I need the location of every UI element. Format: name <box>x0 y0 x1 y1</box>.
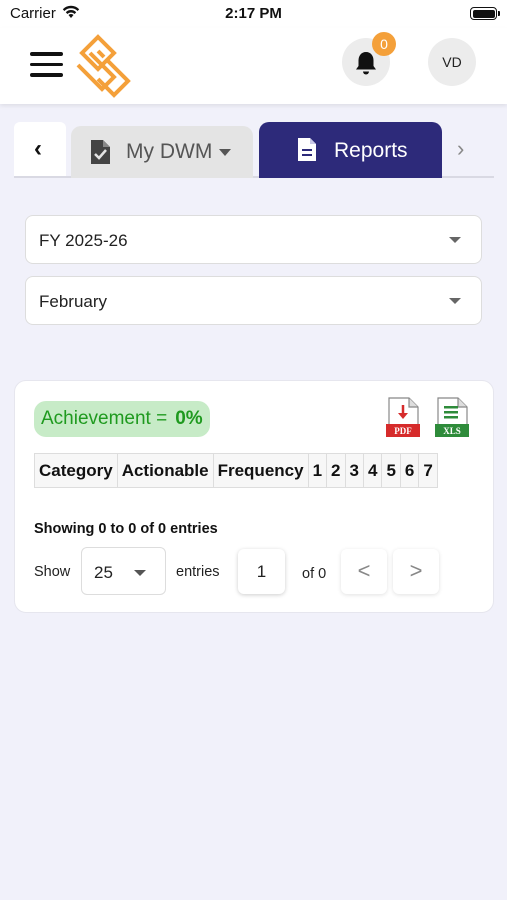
page-total-label: of 0 <box>302 566 327 582</box>
column-header[interactable]: 4 <box>362 453 383 488</box>
column-header[interactable]: 2 <box>326 453 346 488</box>
pdf-label: PDF <box>394 426 412 436</box>
next-page-button[interactable]: > <box>393 549 439 594</box>
notification-badge: 0 <box>372 32 396 56</box>
xls-label: XLS <box>443 426 461 436</box>
chevron-left-icon: ‹ <box>34 135 42 162</box>
chevron-down-icon <box>449 237 461 243</box>
pdf-download-icon[interactable]: PDF <box>385 397 421 439</box>
tab-scroll-left-button[interactable]: ‹ <box>14 122 66 176</box>
show-label: Show <box>34 564 71 580</box>
xls-download-icon[interactable]: XLS <box>433 397 471 439</box>
tab-my-dwm[interactable]: My DWM <box>71 126 253 178</box>
tab-reports-label: Reports <box>334 139 408 162</box>
fiscal-year-value: FY 2025-26 <box>39 231 128 250</box>
app-header: 0 VD <box>0 28 507 104</box>
menu-icon[interactable] <box>30 52 64 78</box>
chevron-down-icon <box>449 298 461 304</box>
tab-bar: ‹ My DWM Reports › <box>14 122 494 178</box>
report-card: Achievement = 0% PDF XLS Category Actiona… <box>14 380 494 613</box>
previous-page-button[interactable]: < <box>341 549 387 594</box>
entries-label: entries <box>176 564 220 580</box>
month-value: February <box>39 292 108 311</box>
column-header[interactable]: Actionable <box>116 453 214 488</box>
chevron-right-icon[interactable]: › <box>457 136 464 162</box>
user-avatar[interactable]: VD <box>428 38 476 86</box>
column-header[interactable]: Category <box>34 453 118 488</box>
achievement-label: Achievement = <box>41 408 168 429</box>
entries-summary: Showing 0 to 0 of 0 entries <box>34 521 218 537</box>
column-header[interactable]: 5 <box>381 453 401 488</box>
column-header[interactable]: 1 <box>307 453 328 488</box>
column-header[interactable]: 6 <box>399 453 420 488</box>
document-check-icon <box>91 140 110 164</box>
column-header[interactable]: Frequency <box>212 453 309 488</box>
chevron-down-icon <box>134 570 146 576</box>
tab-my-dwm-label: My DWM <box>126 140 213 163</box>
month-select[interactable]: February <box>25 276 482 325</box>
page-size-value: 25 <box>94 563 113 582</box>
tab-reports[interactable]: Reports <box>259 122 442 178</box>
status-bar: Carrier 2:17 PM <box>0 0 507 28</box>
table-header-row: Category Actionable Frequency 1 2 3 4 5 … <box>34 453 438 488</box>
bell-icon <box>356 52 376 75</box>
report-table: Category Actionable Frequency 1 2 3 4 5 … <box>34 453 438 488</box>
achievement-value: 0% <box>175 408 203 429</box>
page-number-input[interactable]: 1 <box>238 549 285 594</box>
column-header[interactable]: 3 <box>344 453 364 488</box>
fiscal-year-select[interactable]: FY 2025-26 <box>25 215 482 264</box>
page-size-select[interactable]: 25 <box>81 547 166 595</box>
achievement-badge: Achievement = 0% <box>34 401 210 437</box>
column-header[interactable]: 7 <box>418 453 438 488</box>
app-logo <box>76 34 131 98</box>
chevron-down-icon <box>219 149 231 156</box>
clock-time: 2:17 PM <box>225 5 282 22</box>
document-icon <box>298 138 316 161</box>
battery-icon <box>470 7 500 20</box>
